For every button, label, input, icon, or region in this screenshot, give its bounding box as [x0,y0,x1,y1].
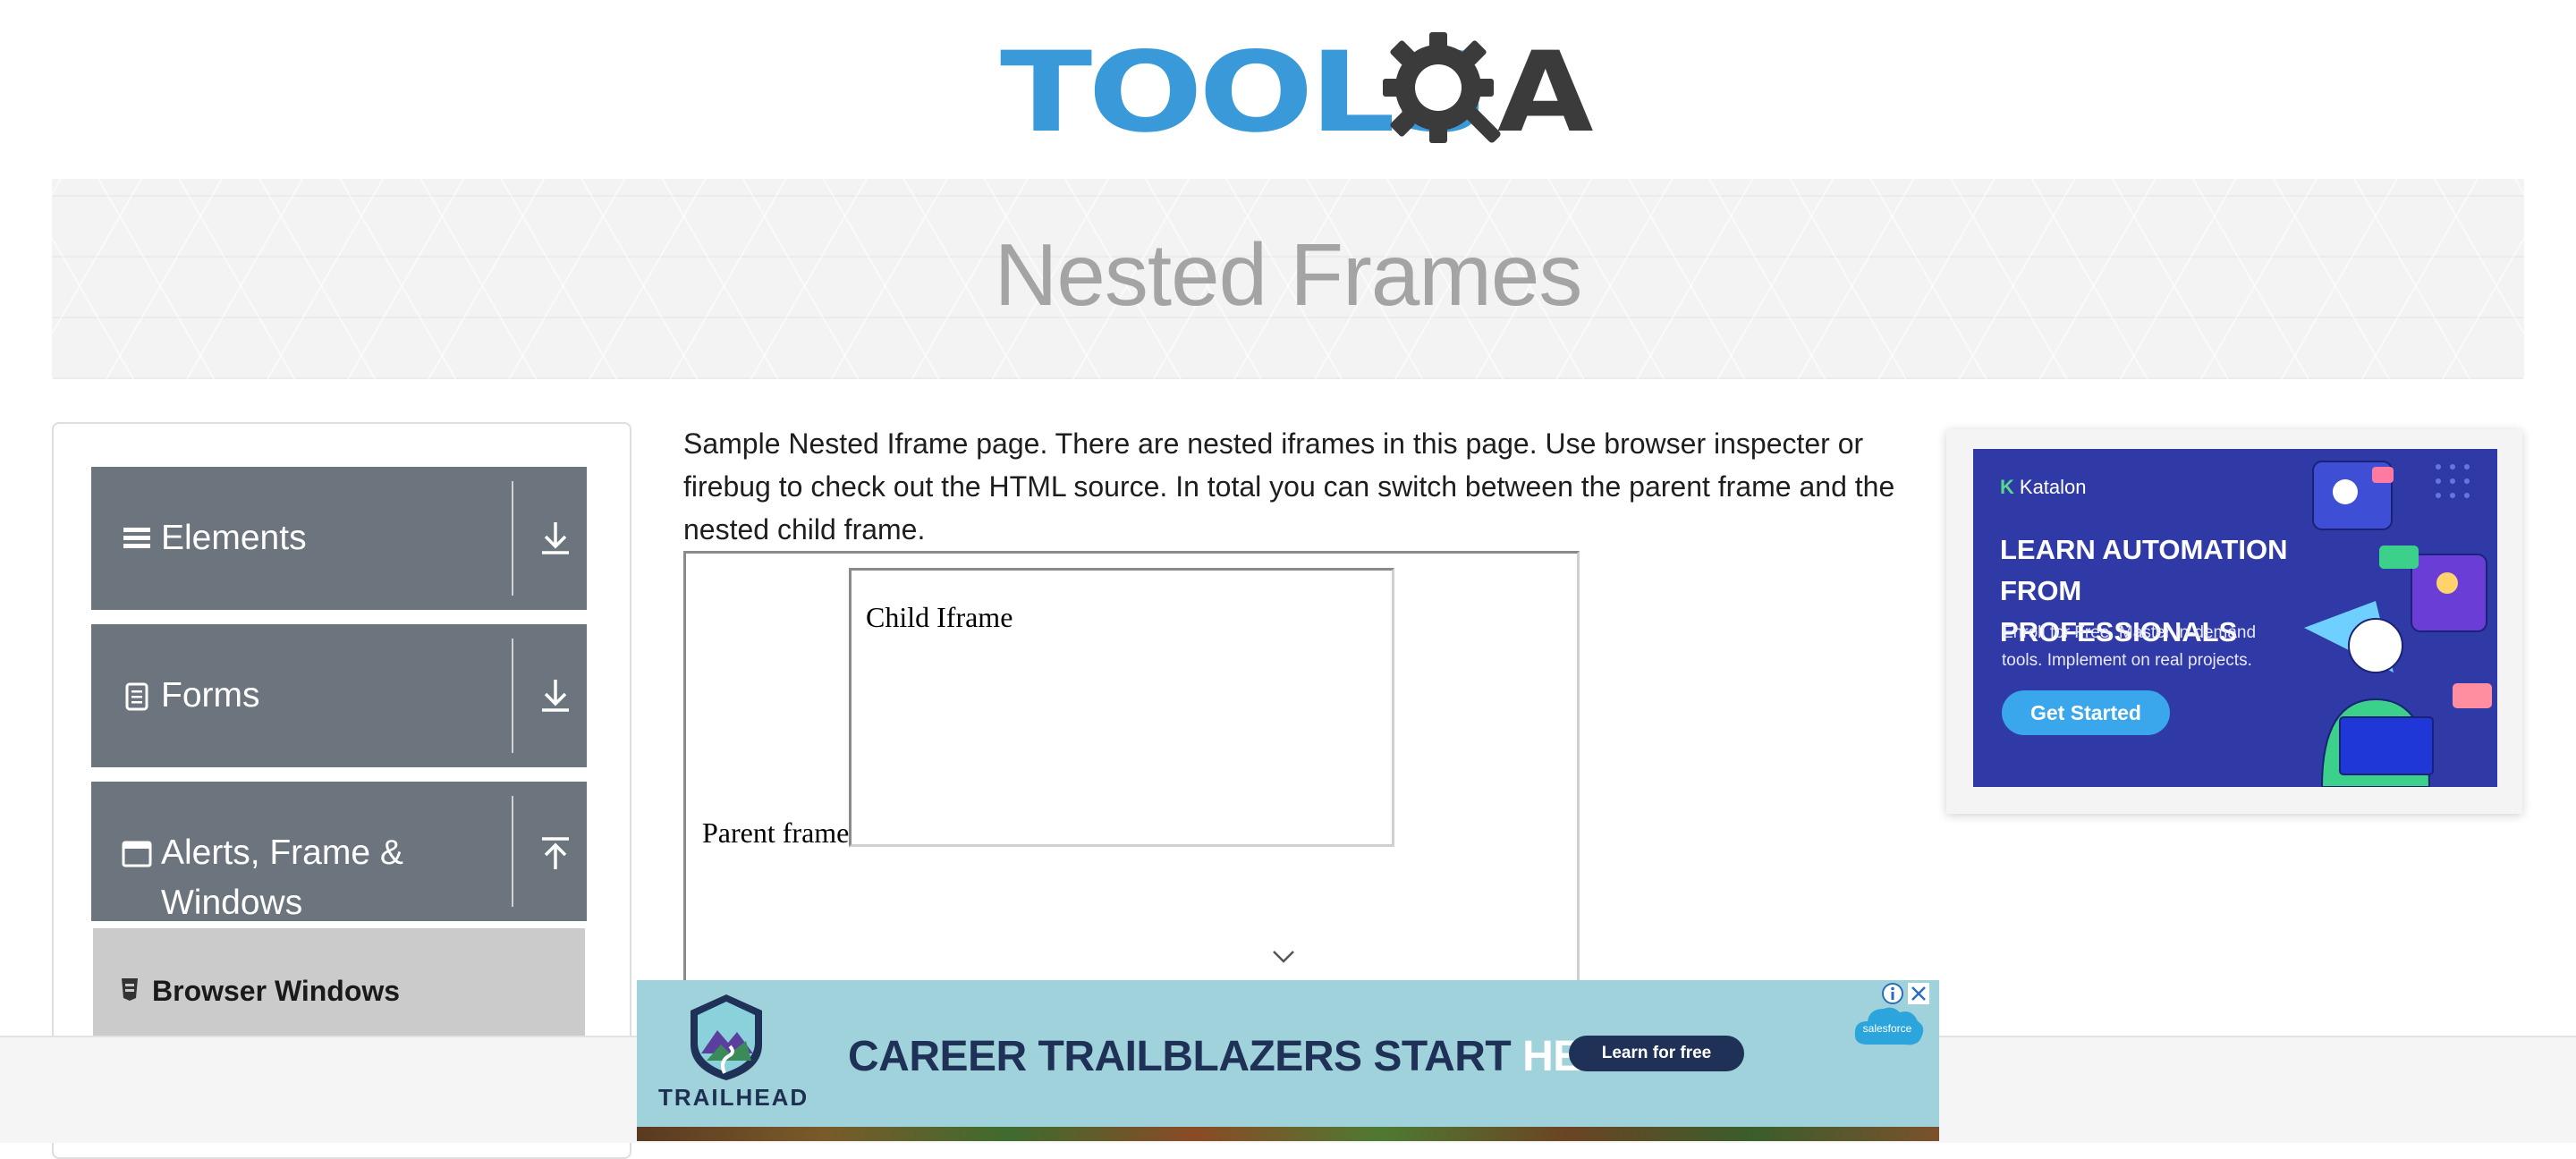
learn-for-free-button[interactable]: Learn for free [1569,1036,1744,1071]
child-frame-label: Child Iframe [866,601,1013,633]
window-icon [122,841,152,867]
toolsqa-logo[interactable]: TOOLS A [1000,25,1593,165]
ad-info-icon[interactable] [1881,982,1904,1005]
sidebar-group-alerts-frame-windows[interactable]: Alerts, Frame & Windows [91,782,587,922]
ad-subtext: Enroll for Free. Master in-demand tools.… [2002,623,2257,670]
chevron-down-icon[interactable] [1271,949,1296,965]
intro-text: Sample Nested Iframe page. There are nes… [683,427,1895,546]
ad-headline-dark: CAREER TRAILBLAZERS START [848,1033,1523,1080]
ad-brand-label: Katalon [2019,476,2087,498]
sidebar-group-label: Forms [161,676,260,715]
ad-brand: K Katalon [2000,476,2087,499]
get-started-button[interactable]: Get Started [2002,690,2170,735]
logo-text-a: A [1497,29,1594,157]
download-arrow-icon [542,522,569,554]
page-title: Nested Frames [994,225,1583,324]
ad-banner[interactable]: K Katalon LEARN AUTOMATION FROM PROFESSIO… [1973,449,2497,787]
sidebar-item-label: Browser Windows [152,975,401,1007]
trailhead-logo-icon [691,994,762,1080]
divider [512,481,513,596]
child-iframe[interactable]: Child Iframe [849,568,1394,847]
document-icon [125,682,148,711]
upload-arrow-icon [542,837,569,869]
sidebar-group-label: Alerts, Frame & Windows [161,833,403,922]
katalon-logo-icon: K [2000,476,2014,498]
sidebar-group-forms[interactable]: Forms [91,624,587,767]
sidebar-group-elements[interactable]: Elements [91,467,587,610]
salesforce-label: salesforce [1863,1022,1912,1035]
ad-close-icon[interactable] [1907,982,1930,1005]
salesforce-logo-icon: salesforce [1854,1007,1924,1045]
divider [512,639,513,753]
katalon-ad[interactable]: K Katalon LEARN AUTOMATION FROM PROFESSIO… [1946,429,2522,814]
hamburger-icon [123,528,150,548]
trailhead-ad[interactable]: TRAILHEAD CAREER TRAILBLAZERS START HERE… [637,980,1939,1141]
ad-headline: CAREER TRAILBLAZERS START HERE. [848,1032,1652,1081]
gear-magnifier-icon [1383,32,1501,143]
ad-illustration [2304,461,2492,787]
page-banner: Nested Frames [52,179,2524,379]
browser-icon [122,978,138,1001]
trailhead-wordmark: TRAILHEAD [658,1084,809,1111]
divider [512,796,513,907]
parent-frame-label: Parent frame [702,816,850,849]
sidebar-group-label: Elements [161,519,307,557]
sidebar-item-browser-windows[interactable]: Browser Windows [93,928,585,1045]
ad-forest-art [637,1127,1939,1141]
download-arrow-icon [542,680,569,712]
